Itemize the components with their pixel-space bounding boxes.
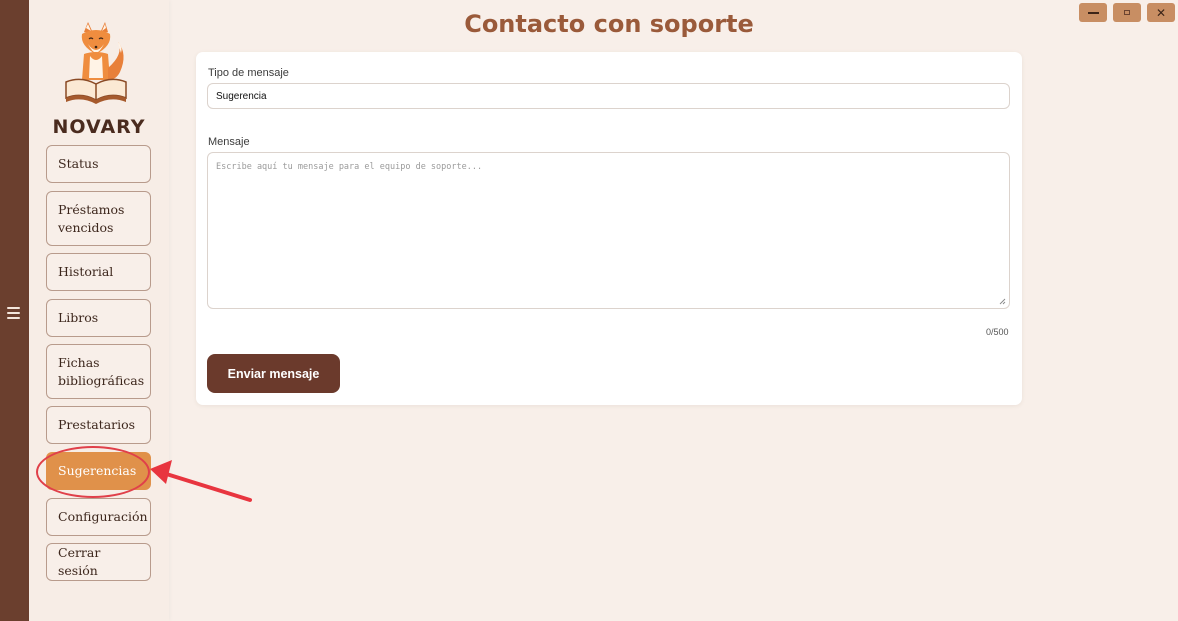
- red-arrow-annotation: [150, 460, 252, 502]
- character-counter: 0/500: [986, 327, 1009, 337]
- message-placeholder: Escribe aquí tu mensaje para el equipo d…: [216, 162, 483, 172]
- side-rail: [0, 0, 29, 621]
- highlight-circle-annotation: [36, 446, 150, 498]
- sidebar-item-status[interactable]: Status: [46, 145, 151, 183]
- send-message-button[interactable]: Enviar mensaje: [207, 354, 340, 393]
- message-textarea[interactable]: Escribe aquí tu mensaje para el equipo d…: [207, 152, 1010, 309]
- resize-handle-icon[interactable]: [999, 298, 1006, 305]
- window-controls: ✕: [1079, 3, 1175, 22]
- support-form-card: Tipo de mensaje Sugerencia Mensaje Escri…: [196, 52, 1022, 405]
- sidebar-item-libros[interactable]: Libros: [46, 299, 151, 337]
- maximize-icon[interactable]: [1113, 3, 1141, 22]
- close-icon[interactable]: ✕: [1147, 3, 1175, 22]
- sidebar-item-cerrar-sesion[interactable]: Cerrar sesión: [46, 543, 151, 581]
- sidebar-item-fichas-bibliograficas[interactable]: Fichas bibliográficas: [46, 344, 151, 399]
- sidebar-item-prestatarios[interactable]: Prestatarios: [46, 406, 151, 444]
- hamburger-menu-icon[interactable]: [7, 307, 20, 319]
- message-type-label: Tipo de mensaje: [208, 67, 289, 79]
- brand-name: NOVARY: [52, 116, 146, 138]
- message-label: Mensaje: [208, 136, 250, 148]
- sidebar-item-historial[interactable]: Historial: [46, 253, 151, 291]
- sidebar: NOVARY Status Préstamos vencidos Histori…: [29, 0, 169, 621]
- sidebar-item-prestamos-vencidos[interactable]: Préstamos vencidos: [46, 191, 151, 246]
- sidebar-item-configuracion[interactable]: Configuración: [46, 498, 151, 536]
- message-type-select[interactable]: Sugerencia: [207, 83, 1010, 109]
- page-title: Contacto con soporte: [464, 10, 754, 38]
- fox-logo: [65, 22, 127, 104]
- minimize-icon[interactable]: [1079, 3, 1107, 22]
